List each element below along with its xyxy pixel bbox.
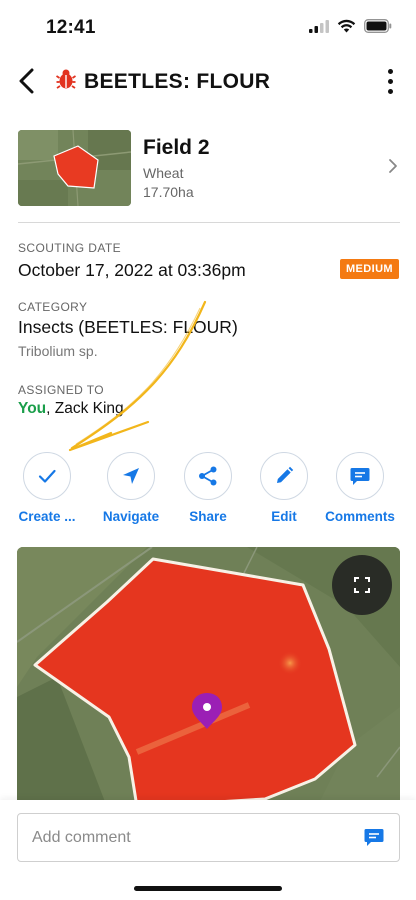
comment-send-icon[interactable]	[363, 826, 385, 853]
more-dot-icon	[387, 78, 393, 84]
nav-bar: BEETLES: FLOUR	[0, 56, 416, 106]
severity-badge: MEDIUM	[339, 259, 399, 279]
page-title: BEETLES: FLOUR	[84, 69, 271, 93]
cellular-signal-icon	[309, 19, 329, 38]
category-label: CATEGORY	[18, 300, 88, 314]
action-bar: Create ... Navigate Share Edit Comments	[0, 452, 416, 532]
field-name: Field 2	[143, 136, 210, 159]
share-button[interactable]: Share	[168, 452, 248, 524]
nav-title-group: BEETLES: FLOUR	[56, 68, 270, 95]
action-circle	[260, 452, 308, 500]
field-card[interactable]: Field 2 Wheat 17.70ha	[18, 128, 400, 208]
field-thumbnail	[18, 130, 131, 206]
navigate-button[interactable]: Navigate	[91, 452, 171, 524]
comment-bar	[0, 800, 416, 900]
more-options-button[interactable]	[378, 64, 402, 98]
action-label: Edit	[271, 509, 297, 524]
divider	[18, 222, 400, 223]
field-crop: Wheat	[143, 165, 184, 181]
action-label: Navigate	[102, 509, 160, 524]
action-circle	[184, 452, 232, 500]
comment-input[interactable]	[32, 814, 352, 861]
chevron-right-icon	[388, 158, 398, 179]
edit-button[interactable]: Edit	[244, 452, 324, 524]
pencil-icon	[277, 466, 294, 483]
create-task-button[interactable]: Create ...	[7, 452, 87, 524]
action-label: Create ...	[18, 509, 76, 524]
status-time: 12:41	[46, 17, 96, 38]
status-bar: 12:41	[0, 0, 416, 56]
field-map[interactable]	[17, 547, 400, 807]
battery-icon	[364, 19, 392, 38]
comments-button[interactable]: Comments	[320, 452, 400, 524]
navigate-arrow-icon	[123, 468, 139, 484]
wifi-icon	[337, 19, 356, 38]
category-value: Insects (BEETLES: FLOUR)	[18, 317, 238, 337]
comment-box	[17, 813, 400, 862]
scouting-date-value: October 17, 2022 at 03:36pm	[18, 260, 246, 280]
home-indicator[interactable]	[134, 886, 282, 891]
action-circle	[23, 452, 71, 500]
assigned-others: , Zack King	[46, 400, 124, 417]
scouting-date-label: SCOUTING DATE	[18, 241, 121, 255]
category-species: Tribolium sp.	[18, 343, 98, 359]
fullscreen-icon	[354, 577, 370, 593]
back-button[interactable]	[10, 64, 44, 98]
bug-icon	[56, 68, 76, 95]
comment-bubble-icon	[350, 468, 370, 485]
status-icons	[309, 19, 392, 38]
field-area: 17.70ha	[143, 184, 194, 200]
more-dot-icon	[387, 88, 393, 94]
assigned-to-label: ASSIGNED TO	[18, 383, 104, 397]
check-icon	[38, 469, 56, 483]
fullscreen-button[interactable]	[332, 555, 392, 615]
more-dot-icon	[387, 68, 393, 74]
action-circle	[107, 452, 155, 500]
assigned-to-value: You, Zack King	[18, 400, 124, 418]
action-label: Comments	[325, 509, 395, 524]
action-label: Share	[189, 509, 227, 524]
chevron-left-icon	[19, 68, 34, 94]
action-circle	[336, 452, 384, 500]
share-icon	[199, 466, 217, 486]
assigned-you: You	[18, 400, 47, 417]
